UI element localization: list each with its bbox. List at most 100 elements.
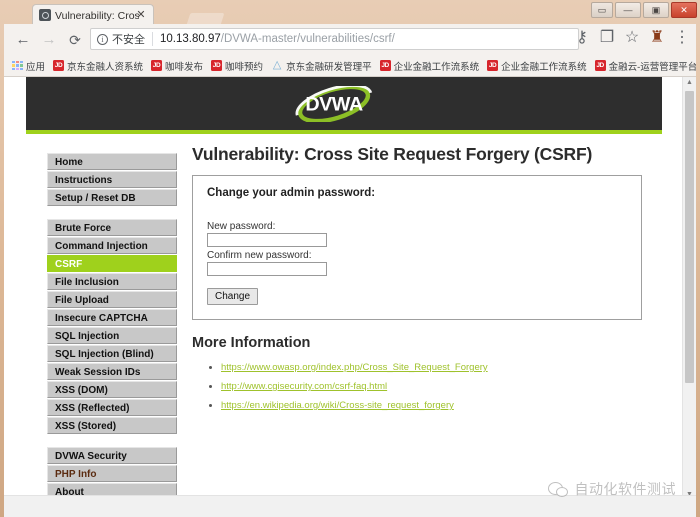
- jd-icon: JD: [594, 60, 606, 71]
- dvwa-logo: DVWA: [279, 84, 389, 124]
- bookmark-item[interactable]: △ 京东金融研发管理平: [267, 57, 376, 75]
- bookmark-item[interactable]: JD 咖啡预约: [207, 57, 267, 75]
- reload-icon[interactable]: ⟳: [66, 31, 84, 49]
- watermark-text: 自动化软件测试: [574, 481, 676, 497]
- jd-icon: JD: [211, 60, 223, 71]
- back-icon[interactable]: ←: [14, 31, 32, 49]
- change-password-button[interactable]: Change: [207, 288, 259, 305]
- url-path: /DVWA-master/vulnerabilities/csrf/: [220, 33, 395, 45]
- page-viewport: DVWA Home Instructions Setup / Reset DB: [4, 77, 696, 501]
- sidebar-group-core: Home Instructions Setup / Reset DB: [47, 153, 177, 206]
- tab-strip: Vulnerability: Cross Sit ✕: [32, 4, 225, 28]
- restore-down-button[interactable]: ▭: [591, 2, 613, 18]
- window-controls: ▭ — ▣ ✕: [591, 2, 697, 19]
- dvwa-content: Home Instructions Setup / Reset DB Brute…: [26, 134, 662, 501]
- extension-icon[interactable]: ♜: [649, 29, 665, 46]
- list-item: http://www.cgisecurity.com/csrf-faq.html: [221, 376, 644, 394]
- bookmark-label: 咖啡预约: [225, 61, 264, 73]
- forward-icon[interactable]: →: [40, 31, 58, 49]
- sidebar-item-brute-force[interactable]: Brute Force: [47, 219, 177, 236]
- close-button[interactable]: ✕: [671, 2, 697, 18]
- dvwa-body: DVWA Home Instructions Setup / Reset DB: [26, 77, 662, 501]
- address-bar[interactable]: i 不安全 10.13.80.97/DVWA-master/vulnerabil…: [90, 28, 579, 50]
- bookmark-item[interactable]: JD 京东金融人资系统: [49, 57, 147, 75]
- more-information-heading: More Information: [192, 335, 311, 351]
- dvwa-site-header: DVWA: [26, 77, 662, 134]
- bookmark-star-icon[interactable]: ☆: [624, 29, 640, 46]
- scrollbar-thumb[interactable]: [685, 91, 694, 383]
- sidebar-item-setup-reset-db[interactable]: Setup / Reset DB: [47, 189, 177, 206]
- confirm-password-label: Confirm new password:: [207, 250, 312, 261]
- tab-title: Vulnerability: Cross Sit: [55, 10, 139, 22]
- wechat-icon: [547, 481, 568, 497]
- sidebar-item-sql-injection[interactable]: SQL Injection: [47, 327, 177, 344]
- omnibox-divider: [152, 32, 153, 46]
- bookmark-label: 企业金融工作流系统: [501, 61, 587, 73]
- bookmark-label: 金融云-运营管理平台: [608, 61, 696, 73]
- watermark: 自动化软件测试: [547, 479, 677, 499]
- list-item: https://en.wikipedia.org/wiki/Cross-site…: [221, 395, 644, 413]
- sidebar-item-command-injection[interactable]: Command Injection: [47, 237, 177, 254]
- cloud-icon: △: [272, 59, 282, 71]
- sidebar-item-instructions[interactable]: Instructions: [47, 171, 177, 188]
- sidebar-item-weak-session-ids[interactable]: Weak Session IDs: [47, 363, 177, 380]
- bookmark-item[interactable]: JD 企业金融工作流系统: [376, 57, 484, 75]
- bookmark-item[interactable]: JD 金融云-运营管理平台: [591, 57, 696, 75]
- apps-grid-icon: [12, 61, 23, 71]
- jd-icon: JD: [379, 60, 391, 71]
- new-password-input[interactable]: [207, 233, 327, 247]
- site-security-indicator[interactable]: i 不安全: [91, 31, 145, 47]
- bookmark-label: 京东金融研发管理平: [286, 61, 372, 73]
- bookmark-item[interactable]: JD 咖啡发布: [147, 57, 207, 75]
- security-label: 不安全: [112, 34, 145, 46]
- sidebar-item-csrf[interactable]: CSRF: [47, 255, 177, 272]
- tab-close-icon[interactable]: ✕: [135, 9, 147, 21]
- sidebar-item-php-info[interactable]: PHP Info: [47, 465, 177, 482]
- vertical-scrollbar[interactable]: ▲ ▼: [682, 77, 696, 501]
- bookmark-label: 京东金融人资系统: [67, 61, 144, 73]
- more-information-links: https://www.owasp.org/index.php/Cross_Si…: [192, 357, 644, 413]
- sidebar-item-xss-dom[interactable]: XSS (DOM): [47, 381, 177, 398]
- apps-shortcut[interactable]: 应用: [8, 57, 49, 75]
- sidebar-item-xss-stored[interactable]: XSS (Stored): [47, 417, 177, 434]
- bookmark-item[interactable]: JD 企业金融工作流系统: [483, 57, 591, 75]
- sidebar-item-home[interactable]: Home: [47, 153, 177, 170]
- jd-icon: JD: [487, 60, 499, 71]
- bookmarks-bar: 应用 JD 京东金融人资系统 JD 咖啡发布 JD 咖啡预约 △ 京东金融研发管…: [4, 55, 696, 77]
- minimize-button[interactable]: —: [615, 2, 641, 18]
- page-title: Vulnerability: Cross Site Request Forger…: [192, 144, 593, 164]
- scroll-up-icon[interactable]: ▲: [683, 77, 696, 89]
- toolbar-icons: ⚷ ❐ ☆ ♜ ⋮: [574, 29, 690, 46]
- sidebar-group-vulnerabilities: Brute Force Command Injection CSRF File …: [47, 219, 177, 434]
- reference-link-owasp[interactable]: https://www.owasp.org/index.php/Cross_Si…: [221, 362, 488, 373]
- chrome-menu-icon[interactable]: ⋮: [674, 29, 690, 46]
- browser-tab[interactable]: Vulnerability: Cross Sit ✕: [32, 4, 154, 25]
- browser-toolbar: ← → ⟳ i 不安全 10.13.80.97/DVWA-master/vuln…: [4, 24, 696, 56]
- sidebar-item-sql-injection-blind[interactable]: SQL Injection (Blind): [47, 345, 177, 362]
- bookmark-label: 咖啡发布: [165, 61, 204, 73]
- password-key-icon[interactable]: ⚷: [574, 29, 590, 46]
- reference-link-cgisecurity[interactable]: http://www.cgisecurity.com/csrf-faq.html: [221, 381, 387, 392]
- change-password-panel: Change your admin password: New password…: [192, 175, 642, 320]
- sidebar-item-insecure-captcha[interactable]: Insecure CAPTCHA: [47, 309, 177, 326]
- bookmark-label: 企业金融工作流系统: [393, 61, 480, 73]
- url-text: 10.13.80.97/DVWA-master/vulnerabilities/…: [160, 33, 395, 45]
- jd-icon: JD: [151, 60, 163, 71]
- maximize-button[interactable]: ▣: [643, 2, 669, 18]
- title-bar: Vulnerability: Cross Sit ✕ ▭ — ▣ ✕: [0, 0, 700, 28]
- reference-link-wikipedia[interactable]: https://en.wikipedia.org/wiki/Cross-site…: [221, 400, 454, 411]
- url-host: 10.13.80.97: [160, 33, 221, 45]
- sidebar-item-dvwa-security[interactable]: DVWA Security: [47, 447, 177, 464]
- sidebar-item-file-upload[interactable]: File Upload: [47, 291, 177, 308]
- sidebar-group-meta: DVWA Security PHP Info About: [47, 447, 177, 500]
- jd-icon: JD: [53, 60, 65, 71]
- status-bar: [4, 507, 696, 517]
- sidebar-item-xss-reflected[interactable]: XSS (Reflected): [47, 399, 177, 416]
- translate-icon[interactable]: ❐: [599, 29, 615, 46]
- confirm-password-input[interactable]: [207, 262, 327, 276]
- sidebar-item-file-inclusion[interactable]: File Inclusion: [47, 273, 177, 290]
- info-circle-icon: i: [97, 33, 108, 45]
- list-item: https://www.owasp.org/index.php/Cross_Si…: [221, 357, 644, 375]
- panel-heading: Change your admin password:: [207, 187, 376, 199]
- main-content: Vulnerability: Cross Site Request Forger…: [192, 144, 644, 414]
